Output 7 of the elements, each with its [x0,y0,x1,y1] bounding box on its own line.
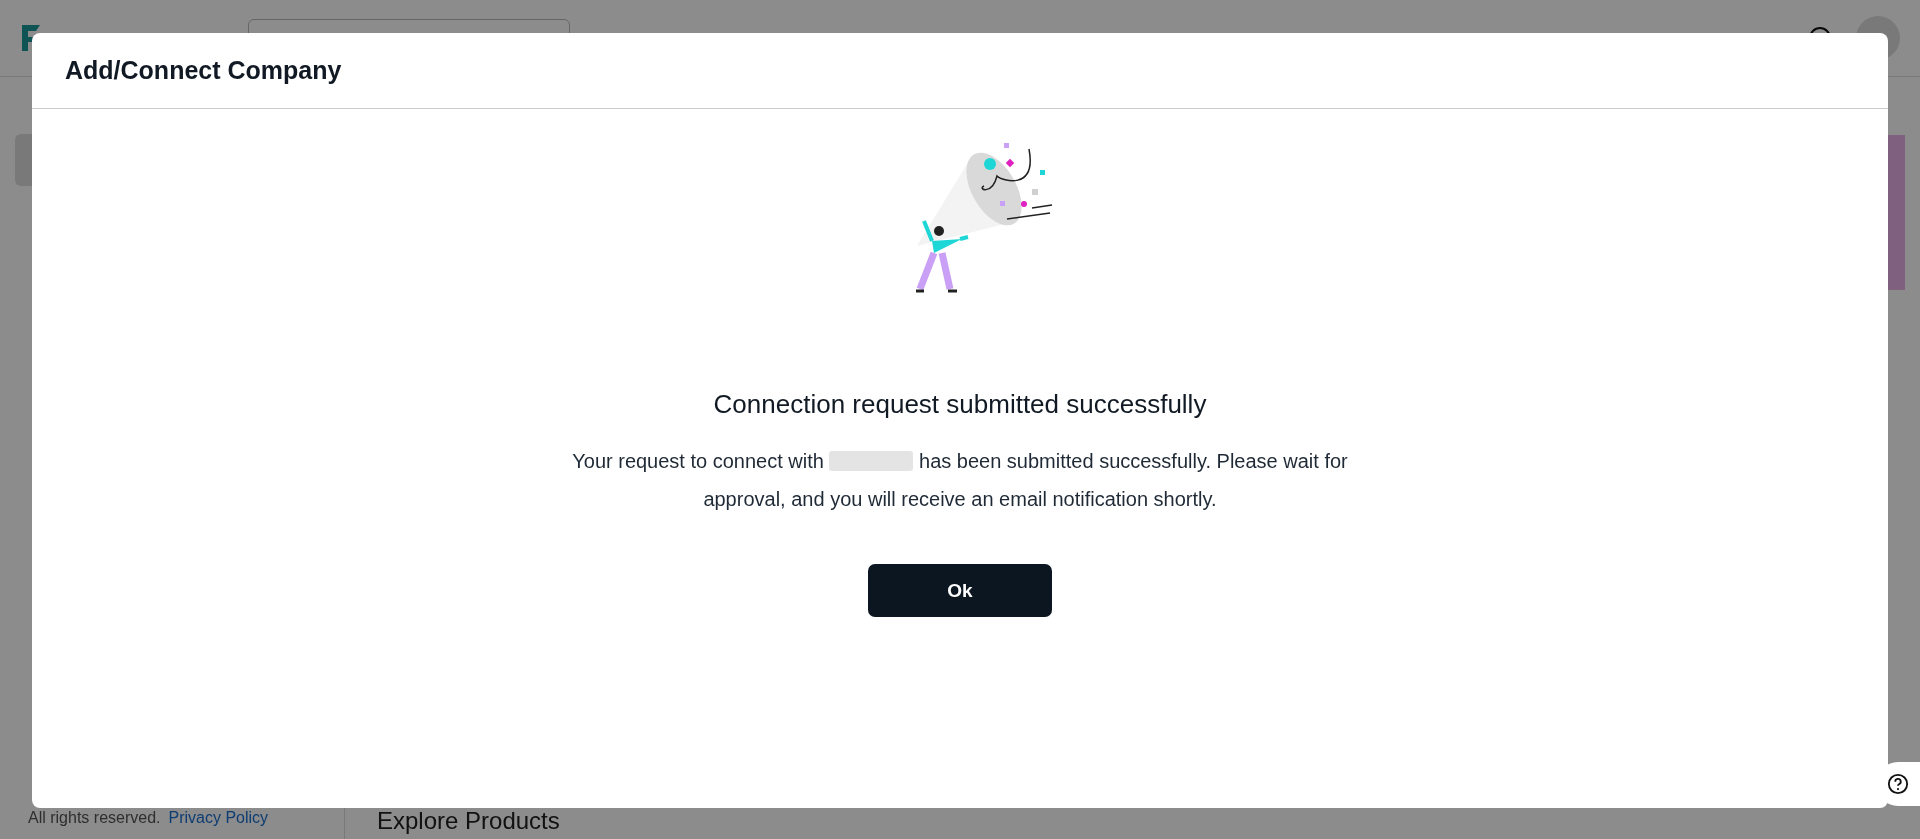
ok-button[interactable]: Ok [868,564,1052,617]
success-message: Your request to connect with has been submitted successfully. Please wait for approval, and you will receive an email notification shortly. [571,449,1349,512]
section-title: Explore Products [377,807,561,836]
dialog-title: Add/Connect Company [65,56,342,85]
help-icon [1887,773,1909,795]
success-heading: Connection request submitted successfully [713,389,1207,420]
copyright-text: All rights reserved. [28,809,161,827]
